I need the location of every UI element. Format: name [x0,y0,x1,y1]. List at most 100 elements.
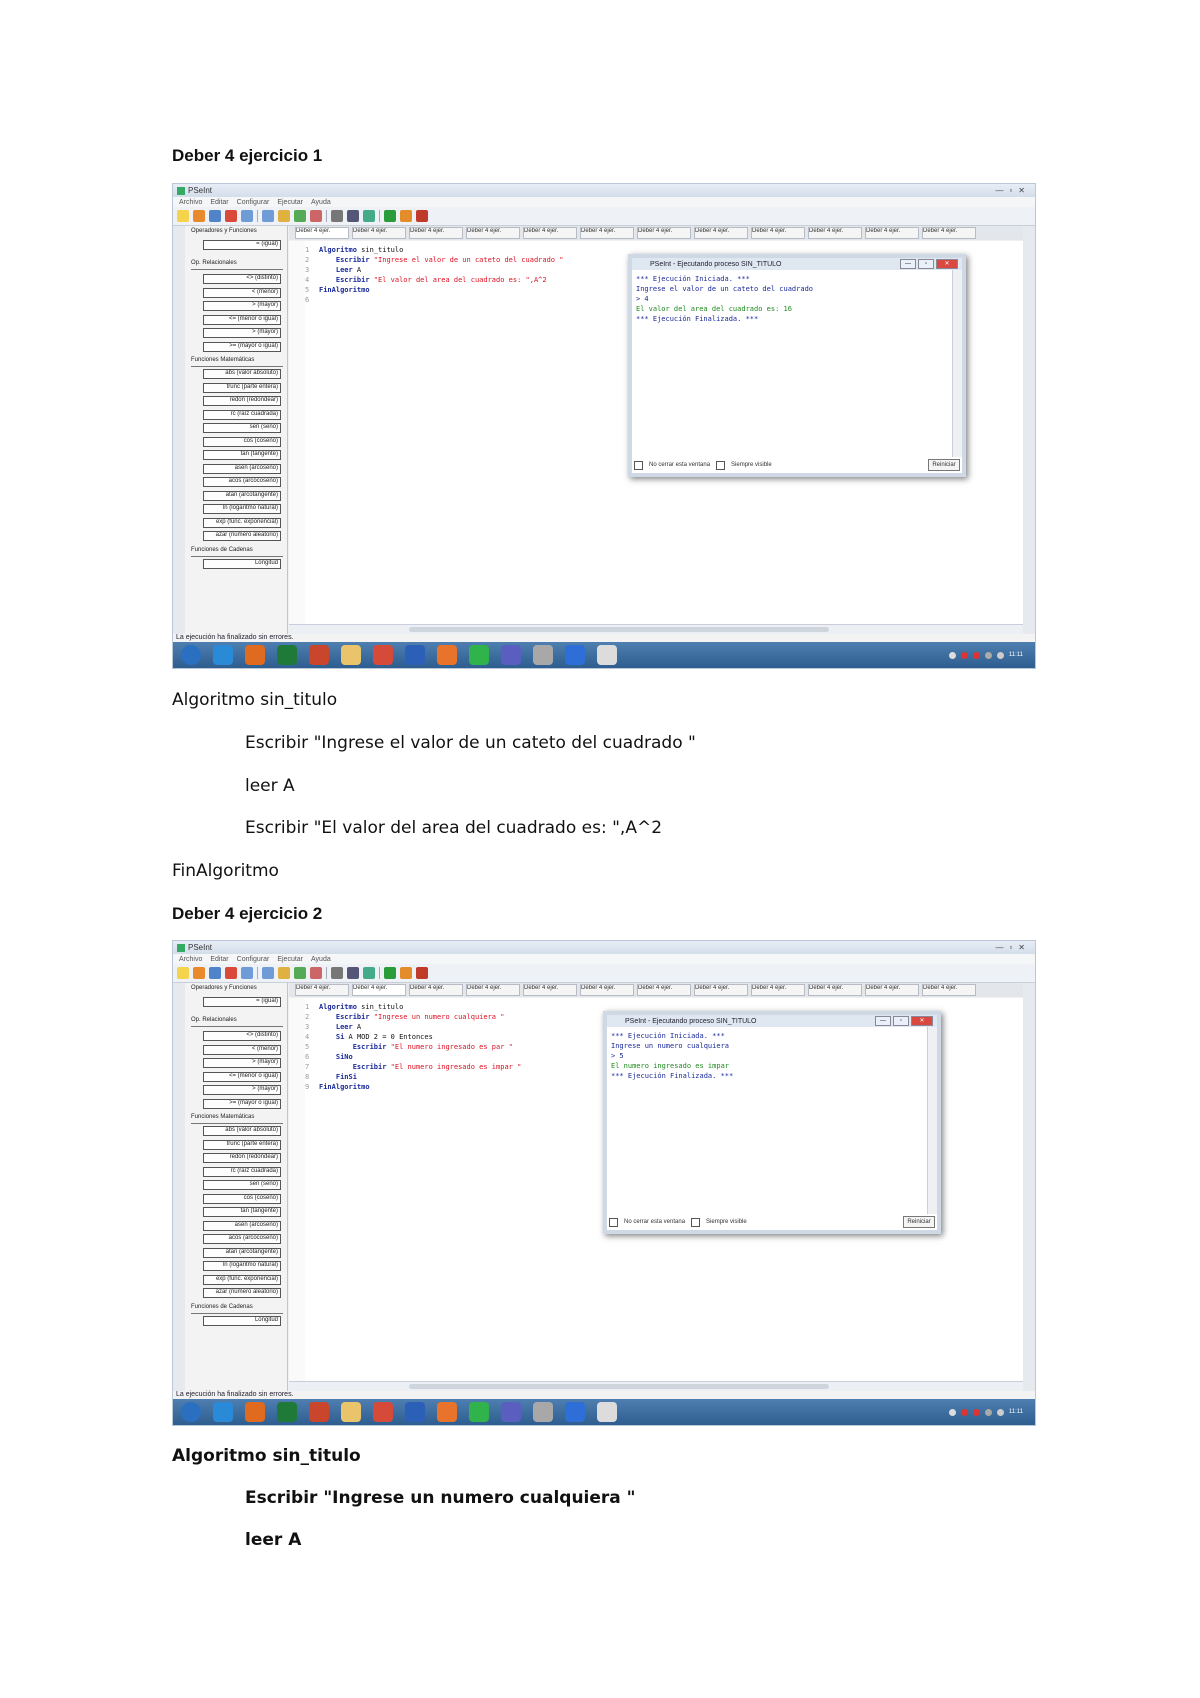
function-button[interactable]: asen (arcoseno) [203,1220,281,1231]
function-button[interactable]: cos (coseno) [203,436,281,447]
function-button[interactable]: trunc (parte entera) [203,382,281,393]
editor-tab[interactable]: Deber 4 ejer. [922,227,976,239]
group-math[interactable]: Funciones Matemáticas [191,357,283,367]
menu-item[interactable]: Archivo [179,956,202,963]
editor-tab[interactable]: Deber 4 ejer. [865,227,919,239]
vertical-tab[interactable] [173,983,185,1399]
taskbar-icon-excel[interactable] [277,1402,297,1422]
function-button[interactable]: sen (seno) [203,1180,281,1190]
function-button[interactable]: rc (raíz cuadrada) [203,409,281,420]
run-vertical-scrollbar[interactable] [927,1027,937,1214]
toolbar-icon[interactable] [193,210,205,222]
function-button[interactable]: azar (número aleatorio) [203,531,281,541]
toolbar-icon[interactable] [294,210,306,222]
vertical-tab[interactable] [173,226,185,642]
close-button[interactable]: ✕ [1018,186,1025,195]
function-button[interactable]: redon (redondear) [203,1153,281,1163]
function-button[interactable]: rc (raíz cuadrada) [203,1166,281,1177]
editor-tab[interactable]: Deber 4 ejer. [808,984,862,996]
restart-button[interactable]: Reiniciar [903,1216,935,1228]
operator-button[interactable]: < (menor) [203,1044,281,1055]
function-button[interactable]: tan (tangente) [203,1207,281,1217]
editor-tab[interactable]: Deber 4 ejer. [751,227,805,239]
toolbar-icon[interactable] [278,967,290,979]
taskbar-icon-chrome[interactable] [373,1402,393,1422]
taskbar-icon-word[interactable] [405,645,425,665]
group-strings[interactable]: Funciones de Cadenas [191,547,283,557]
taskbar-icon-explorer[interactable] [341,1402,361,1422]
operator-button[interactable]: <= (menor o igual) [203,1071,281,1082]
menu-item[interactable]: Ejecutar [277,956,303,963]
taskbar-icon-app2[interactable] [597,1402,617,1422]
toolbar-icon[interactable] [400,210,412,222]
scrollbar-thumb[interactable] [409,627,829,632]
function-button[interactable]: tan (tangente) [203,450,281,460]
right-vertical-tabs[interactable] [1023,226,1035,642]
toolbar-icon[interactable] [331,967,343,979]
editor-tab[interactable]: Deber 4 ejer. [580,984,634,996]
function-button[interactable]: exp (func. exponencial) [203,1274,281,1285]
run-maximize-button[interactable]: ▫ [893,1016,909,1026]
minimize-button[interactable]: — [995,186,1003,195]
operator-button[interactable]: > (mayor) [203,1085,281,1095]
operator-button[interactable]: < (menor) [203,287,281,298]
function-button[interactable]: Longitud [203,1315,281,1326]
editor-tab[interactable]: Deber 4 ejer. [808,227,862,239]
editor-tab[interactable]: Deber 4 ejer. [751,984,805,996]
operator-button[interactable]: <> (distinto) [203,1031,281,1041]
taskbar-icon-ie[interactable] [213,1402,233,1422]
taskbar-icon-media[interactable] [245,1402,265,1422]
toolbar-icon[interactable] [384,967,396,979]
taskbar-icon-pseint[interactable] [565,1402,585,1422]
taskbar-icon-pseint[interactable] [565,645,585,665]
run-vertical-scrollbar[interactable] [952,270,962,457]
toolbar-icon[interactable] [384,210,396,222]
menu-item[interactable]: Editar [210,199,228,206]
function-button[interactable]: acos (arcocoseno) [203,1234,281,1244]
taskbar-icon-start-orb[interactable] [181,645,201,665]
operator-button[interactable]: >= (mayor o igual) [203,1098,281,1109]
toolbar-icon[interactable] [225,967,237,979]
function-button[interactable]: asen (arcoseno) [203,463,281,474]
toolbar-icon[interactable] [310,967,322,979]
tray-icon[interactable] [960,651,968,659]
toolbar-icon[interactable] [241,967,253,979]
editor-tab[interactable]: Deber 4 ejer. [523,227,577,239]
tray-icon[interactable] [996,1408,1004,1416]
tray-icon[interactable] [948,1408,956,1416]
function-button[interactable]: abs (valor absoluto) [203,369,281,379]
editor-tab[interactable]: Deber 4 ejer. [523,984,577,996]
minimize-button[interactable]: — [995,943,1003,952]
taskbar-icon-explorer[interactable] [341,645,361,665]
toolbar-icon[interactable] [177,967,189,979]
toolbar-icon[interactable] [310,210,322,222]
horizontal-scrollbar[interactable] [289,624,1023,634]
tray-icon[interactable] [960,1408,968,1416]
toolbar-icon[interactable] [225,210,237,222]
operator-button[interactable]: >= (mayor o igual) [203,341,281,352]
editor-tab[interactable]: Deber 4 ejer. [694,984,748,996]
toolbar-icon[interactable] [209,967,221,979]
group-math[interactable]: Funciones Matemáticas [191,1114,283,1124]
keep-open-checkbox[interactable] [609,1217,618,1227]
toolbar-icon[interactable] [294,967,306,979]
operator-button[interactable]: = (igual) [203,240,281,250]
taskbar-icon-firefox[interactable] [437,1402,457,1422]
group-strings[interactable]: Funciones de Cadenas [191,1304,283,1314]
editor-tab[interactable]: Deber 4 ejer. [352,984,406,996]
function-button[interactable]: acos (arcocoseno) [203,477,281,487]
maximize-button[interactable]: ▫ [1009,186,1012,195]
function-button[interactable]: trunc (parte entera) [203,1139,281,1150]
taskbar-icon-word[interactable] [405,1402,425,1422]
toolbar-icon[interactable] [416,967,428,979]
function-button[interactable]: ln (logaritmo natural) [203,1261,281,1271]
editor-tab[interactable]: Deber 4 ejer. [409,227,463,239]
editor-tab[interactable]: Deber 4 ejer. [352,227,406,239]
operator-button[interactable]: > (mayor) [203,1058,281,1068]
taskbar-icon-whatsapp[interactable] [469,645,489,665]
editor-tab[interactable]: Deber 4 ejer. [922,984,976,996]
function-button[interactable]: ln (logaritmo natural) [203,504,281,514]
editor-tab[interactable]: Deber 4 ejer. [865,984,919,996]
taskbar-icon-teams[interactable] [501,1402,521,1422]
function-button[interactable]: Longitud [203,558,281,569]
